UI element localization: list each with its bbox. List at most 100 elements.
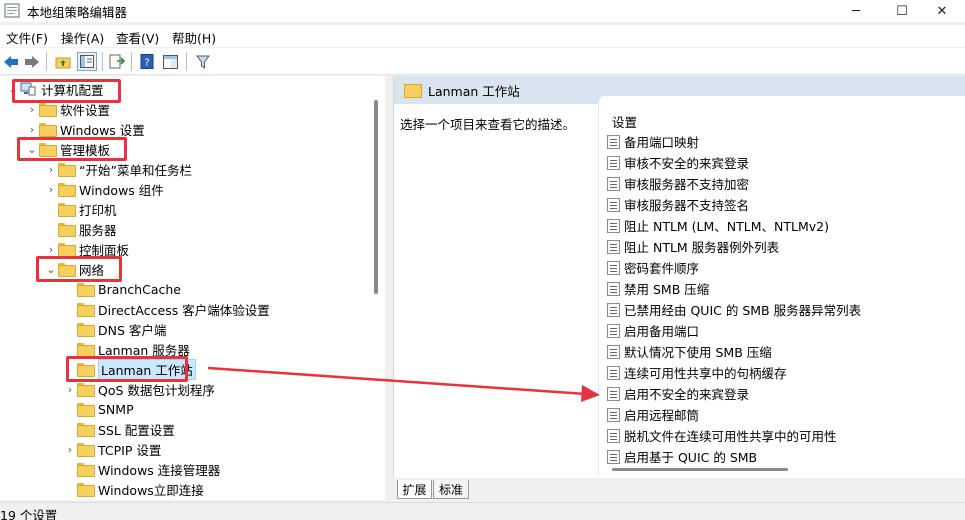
setting-row[interactable]: 审核不安全的来宾登录 <box>607 152 749 173</box>
tree-item-label: DirectAccess 客户端体验设置 <box>98 302 270 318</box>
tree-item[interactable]: DirectAccess 客户端体验设置 <box>63 299 270 319</box>
setting-label: 阻止 NTLM (LM、NTLM、NTLMv2) <box>624 219 830 234</box>
setting-row[interactable]: 审核服务器不支持加密 <box>607 173 749 194</box>
column-header-setting[interactable]: 设置 <box>612 112 637 131</box>
minimize-button[interactable]: ─ <box>833 0 879 22</box>
tree-item-label: Windows 组件 <box>79 182 164 198</box>
settings-scrollbar[interactable] <box>612 468 788 471</box>
close-button[interactable]: ✕ <box>919 0 965 22</box>
properties-button[interactable] <box>160 52 180 71</box>
tree-item[interactable]: 打印机 <box>44 199 117 219</box>
chevron-right-icon[interactable]: › <box>44 243 58 256</box>
policy-setting-icon <box>607 302 620 317</box>
setting-label: 阻止 NTLM 服务器例外列表 <box>624 240 780 255</box>
folder-icon <box>58 183 76 197</box>
title-bar: 本地组策略编辑器 ─ ☐ ✕ <box>0 0 965 22</box>
chevron-right-icon[interactable]: › <box>63 383 77 396</box>
console-tree: ⌄ 计算机配置 › 软件设置 › Windows 设置 ⌄ 管理模板 › “开始”菜单和任务栏 › W… <box>0 76 385 500</box>
tree-item-label: Lanman 工作站 <box>98 358 196 380</box>
svg-text:?: ? <box>144 58 149 69</box>
toolbar-separator <box>131 52 132 71</box>
tree-item[interactable]: Lanman 服务器 <box>63 339 190 359</box>
folder-icon <box>77 423 95 437</box>
setting-row[interactable]: 启用不安全的来宾登录 <box>607 383 749 404</box>
toolbar-separator <box>186 52 187 71</box>
policy-setting-icon <box>607 260 620 275</box>
folder-icon <box>58 203 76 217</box>
tree-item[interactable]: › “开始”菜单和任务栏 <box>44 159 192 179</box>
setting-row[interactable]: 连续可用性共享中的句柄缓存 <box>607 362 787 383</box>
setting-row[interactable]: 默认情况下使用 SMB 压缩 <box>607 341 772 362</box>
setting-row[interactable]: 阻止 NTLM (LM、NTLM、NTLMv2) <box>607 215 829 236</box>
folder-icon <box>77 463 95 477</box>
forward-button[interactable] <box>22 52 42 71</box>
tree-item[interactable]: ⌄ 计算机配置 <box>6 79 104 99</box>
setting-row[interactable]: 脱机文件在连续可用性共享中的可用性 <box>607 425 837 446</box>
setting-label: 禁用 SMB 压缩 <box>624 282 710 297</box>
folder-icon <box>77 483 95 497</box>
policy-setting-icon <box>607 428 620 443</box>
tree-item[interactable]: Lanman 工作站 <box>63 358 196 380</box>
tree-item[interactable]: SNMP <box>63 399 134 419</box>
description-text: 选择一个项目来查看它的描述。 <box>400 117 576 132</box>
up-level-button[interactable] <box>53 52 73 71</box>
tree-item-label: 软件设置 <box>60 102 111 118</box>
tree-item[interactable]: SSL 配置设置 <box>63 419 175 439</box>
tree-item[interactable]: ⌄ 网络 <box>44 259 104 279</box>
tab-extended-label: 扩展 <box>402 482 427 497</box>
maximize-icon: ☐ <box>896 3 908 19</box>
tree-item[interactable]: Windows 连接管理器 <box>63 459 220 479</box>
tree-item[interactable]: › TCPIP 设置 <box>63 439 162 459</box>
setting-row[interactable]: 禁用 SMB 压缩 <box>607 278 709 299</box>
help-button[interactable]: ? <box>137 52 157 71</box>
menu-bar: 文件(F) 操作(A) 查看(V) 帮助(H) <box>0 25 965 47</box>
chevron-right-icon[interactable]: › <box>25 103 39 116</box>
chevron-down-icon[interactable]: ⌄ <box>6 83 20 96</box>
tree-item-label: QoS 数据包计划程序 <box>98 382 215 398</box>
folder-icon <box>77 363 95 377</box>
filter-button[interactable] <box>193 52 213 71</box>
setting-row[interactable]: 阻止 NTLM 服务器例外列表 <box>607 236 779 257</box>
menu-help[interactable]: 帮助(H) <box>172 28 216 47</box>
chevron-down-icon[interactable]: ⌄ <box>25 143 39 156</box>
setting-row[interactable]: 审核服务器不支持签名 <box>607 194 749 215</box>
tree-item-label: 打印机 <box>79 202 117 218</box>
chevron-right-icon[interactable]: › <box>25 123 39 136</box>
policy-setting-icon <box>607 386 620 401</box>
folder-icon <box>58 243 76 257</box>
setting-label: 启用备用端口 <box>624 324 700 339</box>
tree-item[interactable]: › Windows 设置 <box>25 119 145 139</box>
show-hide-tree-button[interactable] <box>77 52 97 71</box>
status-bar: 19 个设置 <box>0 502 965 520</box>
tree-item[interactable]: › QoS 数据包计划程序 <box>63 379 215 399</box>
tree-item[interactable]: › 软件设置 <box>25 99 110 119</box>
menu-action[interactable]: 操作(A) <box>61 28 104 47</box>
setting-row[interactable]: 密码套件顺序 <box>607 257 699 278</box>
chevron-right-icon[interactable]: › <box>44 163 58 176</box>
tree-item[interactable]: DNS 客户端 <box>63 319 166 339</box>
tree-item[interactable]: ⌄ 管理模板 <box>25 139 110 159</box>
tree-item[interactable]: › Windows 组件 <box>44 179 164 199</box>
setting-row[interactable]: 启用基于 QUIC 的 SMB <box>607 446 757 467</box>
menu-view[interactable]: 查看(V) <box>116 28 159 47</box>
menu-file[interactable]: 文件(F) <box>6 28 48 47</box>
setting-row[interactable]: 启用远程邮筒 <box>607 404 699 425</box>
setting-row[interactable]: 备用端口映射 <box>607 131 699 152</box>
tree-item[interactable]: BranchCache <box>63 279 181 299</box>
chevron-right-icon[interactable]: › <box>63 443 77 456</box>
back-button[interactable] <box>1 52 21 71</box>
tree-item[interactable]: 服务器 <box>44 219 117 239</box>
chevron-down-icon[interactable]: ⌄ <box>44 263 58 276</box>
tree-item[interactable]: Windows立即连接 <box>63 479 204 499</box>
tree-item-label: 网络 <box>79 262 105 278</box>
folder-icon <box>77 443 95 457</box>
setting-row[interactable]: 启用备用端口 <box>607 320 699 341</box>
chevron-right-icon[interactable]: › <box>44 183 58 196</box>
tree-scrollbar[interactable] <box>374 100 378 294</box>
setting-row[interactable]: 已禁用经由 QUIC 的 SMB 服务器异常列表 <box>607 299 861 320</box>
export-list-button[interactable] <box>107 52 127 71</box>
tree-item[interactable]: › 控制面板 <box>44 239 129 259</box>
console-tree-icon <box>80 55 94 68</box>
tab-extended[interactable]: 扩展 <box>397 480 432 499</box>
tab-standard[interactable]: 标准 <box>433 480 469 499</box>
